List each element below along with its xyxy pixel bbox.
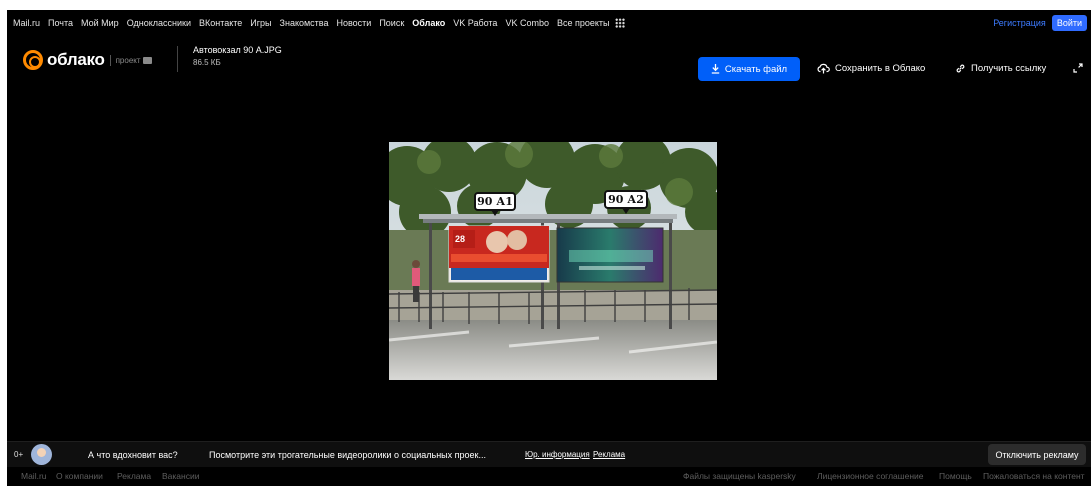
ad-text[interactable]: Посмотрите эти трогательные видеоролики … [209,450,486,460]
footer-link-help[interactable]: Помощь [939,471,972,481]
ad-bar: 0+ А что вдохновит вас? Посмотрите эти т… [7,441,1091,467]
portal-link-games[interactable]: Игры [250,18,271,28]
age-rating: 0+ [14,450,24,459]
cloud-header: облако проект Автовокзал 90 А.JPG 86.5 К… [7,36,1091,82]
get-link-button[interactable]: Получить ссылку [955,63,1046,74]
footer-protected: Файлы защищены kaspersky [683,471,796,481]
label-90-a1: 90 А1 [477,195,513,208]
save-to-cloud-label: Сохранить в Облако [835,63,926,74]
file-size: 86.5 КБ [193,58,221,67]
ad-label-link[interactable]: Реклама [593,450,625,459]
svg-text:28: 28 [455,234,465,244]
download-label: Скачать файл [724,63,788,75]
portal-link-mymir[interactable]: Мой Мир [81,18,119,28]
download-button[interactable]: Скачать файл [698,57,800,81]
project-label: проект [115,55,141,65]
logo-divider [109,54,111,66]
register-link[interactable]: Регистрация [993,18,1046,28]
label-90-a2: 90 А2 [608,193,644,206]
at-sign-icon [23,50,43,70]
header-divider [177,46,178,72]
footer: Mail.ru О компании Реклама Вакансии Файл… [7,468,1091,486]
download-icon [711,64,720,74]
kaspersky-logo[interactable]: kaspersky [758,471,796,481]
footer-link-mailru[interactable]: Mail.ru [21,471,47,481]
portal-link-vkcombo[interactable]: VK Combo [505,18,549,28]
footer-link-license[interactable]: Лицензионное соглашение [817,471,924,481]
portal-link-news[interactable]: Новости [336,18,371,28]
footer-link-company[interactable]: О компании [56,471,103,481]
portal-link-mailru[interactable]: Mail.ru [13,18,40,28]
footer-link-jobs[interactable]: Вакансии [162,471,199,481]
fullscreen-icon[interactable] [1073,63,1083,76]
portal-link-vk[interactable]: ВКонтакте [199,18,242,28]
disable-ads-button[interactable]: Отключить рекламу [988,444,1086,465]
vk-badge-icon [142,56,152,64]
portal-link-all-projects[interactable]: Все проекты [557,18,610,28]
portal-link-ok[interactable]: Одноклассники [127,18,191,28]
portal-link-dating[interactable]: Знакомства [280,18,329,28]
footer-link-adverts[interactable]: Реклама [117,471,151,481]
cloud-logo[interactable]: облако проект [23,50,152,70]
apps-grid-icon[interactable] [614,18,625,28]
cloud-upload-icon [817,63,830,74]
footer-protected-text: Файлы защищены [683,471,756,481]
link-icon [956,64,965,73]
get-link-label: Получить ссылку [971,63,1047,74]
logo-text: облако [47,50,105,69]
viewer-frame: Mail.ru Почта Мой Мир Одноклассники ВКон… [7,10,1091,486]
bus-stop-photo: 28 [389,142,717,380]
portal-link-cloud[interactable]: Облако [412,18,445,28]
login-button[interactable]: Войти [1051,15,1087,31]
portal-nav: Mail.ru Почта Мой Мир Одноклассники ВКон… [7,10,1091,36]
file-name: Автовокзал 90 А.JPG [193,45,282,55]
ad-title[interactable]: А что вдохновит вас? [88,450,178,460]
photo-preview[interactable]: 28 90 А1 90 А2 [389,142,717,380]
save-to-cloud-button[interactable]: Сохранить в Облако [817,63,925,74]
portal-link-search[interactable]: Поиск [379,18,404,28]
portal-link-mail[interactable]: Почта [48,18,73,28]
ad-avatar[interactable] [31,444,52,465]
ad-legal-link[interactable]: Юр. информация [525,450,590,459]
portal-link-vkwork[interactable]: VK Работа [453,18,497,28]
footer-link-report[interactable]: Пожаловаться на контент [983,471,1085,481]
